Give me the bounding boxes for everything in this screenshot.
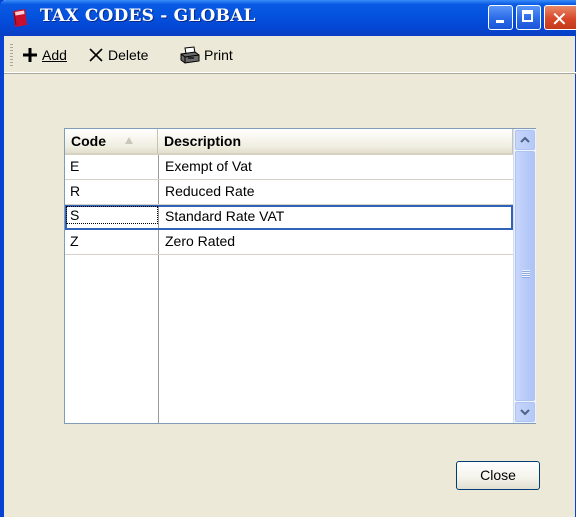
toolbar-grip[interactable] <box>10 44 13 66</box>
cell-code: E <box>70 158 80 174</box>
app-icon <box>13 9 27 27</box>
cell-description: Reduced Rate <box>165 183 255 199</box>
delete-label: Delete <box>108 47 149 63</box>
cell-description: Zero Rated <box>165 233 236 249</box>
tax-codes-window: TAX CODES - GLOBAL ✕ Add Delete Print Co… <box>0 0 576 517</box>
cell-description: Standard Rate VAT <box>165 208 285 224</box>
cell-description: Exempt of Vat <box>165 158 252 174</box>
chevron-down-icon <box>520 409 530 416</box>
column-header-code-label: Code <box>71 133 106 149</box>
maximize-button[interactable] <box>516 5 541 30</box>
cell-code: R <box>70 183 81 199</box>
add-label: Add <box>42 47 67 63</box>
table-row[interactable]: R Reduced Rate <box>65 180 513 205</box>
cell-code: Z <box>70 233 79 249</box>
scroll-up-button[interactable] <box>515 130 535 150</box>
x-delete-icon <box>89 48 103 62</box>
print-label: Print <box>204 47 233 63</box>
chevron-up-icon <box>520 136 530 143</box>
print-button[interactable]: Print <box>180 45 233 65</box>
delete-button[interactable]: Delete <box>88 45 148 65</box>
window-close-button[interactable]: ✕ <box>544 5 576 31</box>
table-row-selected[interactable]: S Standard Rate VAT <box>65 205 513 230</box>
tax-codes-grid[interactable]: Code Description E Exempt of Vat R Reduc… <box>64 128 536 424</box>
table-row[interactable]: E Exempt of Vat <box>65 155 513 180</box>
vertical-scrollbar[interactable] <box>513 129 536 423</box>
sort-ascending-icon <box>125 137 133 144</box>
maximize-icon <box>522 10 533 22</box>
column-header-description[interactable]: Description <box>158 129 513 155</box>
minimize-icon <box>496 20 504 23</box>
add-button[interactable]: Add <box>22 45 67 65</box>
close-button-label: Close <box>480 467 516 483</box>
plus-icon <box>23 48 37 62</box>
printer-icon <box>180 46 200 64</box>
toolbar: Add Delete Print <box>4 36 576 73</box>
table-row[interactable]: Z Zero Rated <box>65 230 513 255</box>
close-button[interactable]: Close <box>456 461 540 490</box>
close-icon: ✕ <box>551 7 568 31</box>
scroll-grip-icon <box>522 270 530 278</box>
column-header-description-label: Description <box>164 133 242 149</box>
scroll-thumb[interactable] <box>515 151 535 401</box>
cell-code: S <box>65 206 159 224</box>
scroll-down-button[interactable] <box>515 402 535 422</box>
column-header-code[interactable]: Code <box>65 129 158 155</box>
window-title: TAX CODES - GLOBAL <box>40 6 256 26</box>
minimize-button[interactable] <box>488 5 513 30</box>
title-bar[interactable]: TAX CODES - GLOBAL ✕ <box>0 0 576 36</box>
